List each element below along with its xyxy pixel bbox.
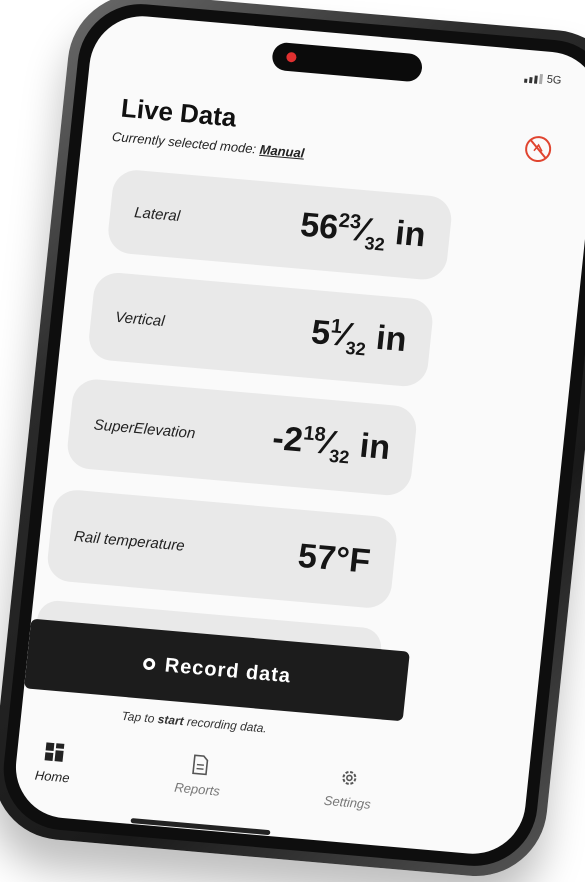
- vertical-card: Vertical 51⁄32 in: [86, 270, 435, 389]
- status-bar: 5G: [524, 72, 562, 87]
- phone-device: 5G Live Data Currently selected mode: Ma…: [0, 0, 585, 882]
- no-connection-icon[interactable]: [523, 134, 554, 164]
- rail-temperature-card: Rail temperature 57°F: [45, 488, 399, 610]
- signal-bars-icon: [524, 73, 544, 85]
- document-icon: [191, 754, 209, 776]
- tab-home[interactable]: Home: [34, 740, 73, 786]
- network-type: 5G: [546, 73, 563, 87]
- record-icon: [142, 657, 156, 671]
- tab-settings[interactable]: Settings: [323, 765, 374, 812]
- lateral-card: Lateral 5623⁄32 in: [106, 168, 454, 282]
- card-label: Rail temperature: [73, 527, 186, 555]
- superelevation-card: SuperElevation -218⁄32 in: [65, 377, 419, 498]
- card-label: Lateral: [133, 203, 181, 225]
- card-label: Vertical: [114, 308, 166, 330]
- tab-label: Home: [34, 767, 71, 786]
- tab-label: Reports: [173, 779, 221, 799]
- mode-line: Currently selected mode: Manual: [111, 129, 305, 161]
- page-title: Live Data: [119, 92, 238, 133]
- vertical-value: 51⁄32 in: [309, 312, 409, 360]
- dynamic-island: [270, 41, 423, 83]
- lateral-value: 5623⁄32 in: [298, 205, 428, 255]
- app-screen: 5G Live Data Currently selected mode: Ma…: [10, 11, 585, 859]
- grid-icon: [44, 742, 65, 762]
- record-hint: Tap to start recording data.: [120, 708, 268, 736]
- rail-temperature-value: 57°F: [296, 536, 373, 581]
- superelevation-value: -218⁄32 in: [270, 418, 393, 468]
- card-label: SuperElevation: [93, 415, 197, 442]
- mode-value-link[interactable]: Manual: [259, 142, 305, 161]
- camera-indicator-icon: [285, 51, 297, 63]
- mode-prefix: Currently selected mode:: [111, 128, 257, 157]
- tab-label: Settings: [323, 792, 372, 812]
- gear-icon: [342, 770, 357, 785]
- record-label: Record data: [163, 653, 293, 687]
- tab-reports[interactable]: Reports: [174, 752, 224, 799]
